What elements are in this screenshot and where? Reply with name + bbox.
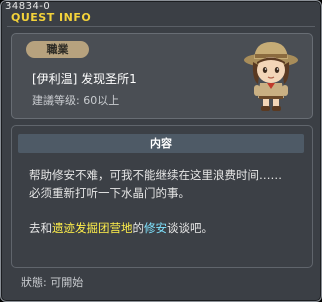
npc-portrait [244,42,298,111]
text-fragment: 去和 [29,221,52,235]
content-header: 内容 [18,134,304,153]
quest-description: 帮助修安不难，可我不能继续在这里浪费时间…… 必须重新打听一下水晶门的事。 去和… [29,166,299,237]
quest-status: 狀態: 可開始 [21,276,84,289]
npc-link[interactable]: 修安 [144,221,167,235]
description-paragraph: 去和遗迹发掘团营地的修安谈谈吧。 [29,219,299,237]
text-fragment: 的 [132,221,145,235]
divider [7,26,315,27]
description-line: 必须重新打听一下水晶门的事。 [29,186,190,200]
window-title: QUEST INFO [11,11,92,24]
quest-info-window: 34834-0 QUEST INFO 職業 [伊利温] 发现圣所1 建議等级: … [0,0,322,302]
location-link[interactable]: 遗迹发掘团营地 [52,221,133,235]
text-fragment: 谈谈吧。 [167,221,213,235]
quest-name: [伊利温] 发现圣所1 [32,72,137,86]
category-badge: 職業 [26,41,89,58]
recommended-level: 建議等级: 60以上 [32,94,120,107]
content-panel: 内容 帮助修安不难，可我不能继续在这里浪费时间…… 必须重新打听一下水晶门的事。… [11,125,313,268]
description-line: 帮助修安不难，可我不能继续在这里浪费时间…… [29,168,282,182]
quest-summary-panel: 職業 [伊利温] 发现圣所1 建議等级: 60以上 [11,33,313,119]
